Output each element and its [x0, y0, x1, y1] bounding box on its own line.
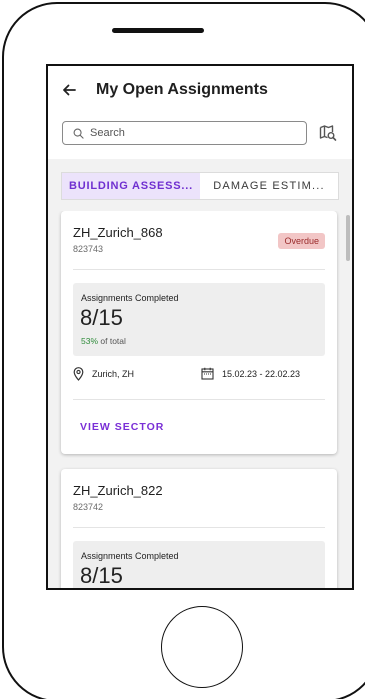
card-id: 823743 — [73, 244, 104, 254]
card-title: ZH_Zurich_822 — [73, 483, 163, 498]
divider — [73, 399, 325, 400]
stats-value: 8/15 — [80, 563, 123, 588]
location-text: Zurich, ZH — [92, 369, 135, 379]
content-area: BUILDING ASSESS... DAMAGE ESTIM... ZH_Zu… — [48, 159, 352, 588]
stats-box: Assignments Completed 8/15 — [73, 541, 325, 588]
stats-value: 8/15 — [80, 305, 123, 330]
phone-mockup: My Open Assignments BUILDING ASSESS... D… — [2, 2, 365, 699]
calendar-icon — [201, 367, 214, 380]
card-id: 823742 — [73, 502, 104, 512]
status-badge: Overdue — [278, 233, 325, 249]
divider — [73, 269, 325, 270]
percent-suffix: of total — [98, 336, 126, 346]
divider — [73, 527, 325, 528]
search-bar[interactable] — [62, 121, 307, 145]
scrollbar[interactable] — [346, 215, 350, 261]
phone-speaker — [112, 28, 204, 33]
location-pin-icon — [73, 367, 84, 381]
percent-value: 53% — [81, 336, 99, 346]
assignment-card[interactable]: ZH_Zurich_822 823742 Assignments Complet… — [61, 469, 337, 588]
app-screen: My Open Assignments BUILDING ASSESS... D… — [46, 64, 354, 590]
card-title: ZH_Zurich_868 — [73, 225, 163, 240]
date-range-text: 15.02.23 - 22.02.23 — [222, 368, 301, 379]
date-info: 15.02.23 - 22.02.23 — [201, 367, 300, 380]
stats-percent: 53% of total — [81, 336, 126, 346]
stats-label: Assignments Completed — [81, 293, 179, 303]
search-icon — [73, 128, 84, 139]
app-header: My Open Assignments — [48, 66, 352, 114]
assignment-card[interactable]: ZH_Zurich_868 823743 Overdue Assignments… — [61, 211, 337, 454]
location-info: Zurich, ZH — [73, 367, 134, 381]
search-input[interactable] — [90, 127, 290, 139]
tab-bar: BUILDING ASSESS... DAMAGE ESTIM... — [61, 172, 339, 200]
meta-row: Zurich, ZH 15.02.23 - 22.02.23 — [73, 367, 325, 387]
home-button[interactable] — [161, 606, 243, 688]
page-title: My Open Assignments — [96, 81, 268, 98]
stats-box: Assignments Completed 8/15 53% of total — [73, 283, 325, 356]
tab-damage-estimation[interactable]: DAMAGE ESTIM... — [200, 173, 338, 199]
stats-label: Assignments Completed — [81, 551, 179, 561]
map-search-icon[interactable] — [319, 124, 339, 144]
view-sector-button[interactable]: VIEW SECTOR — [80, 421, 164, 433]
arrow-left-icon[interactable] — [62, 80, 82, 100]
assignment-list[interactable]: ZH_Zurich_868 823743 Overdue Assignments… — [48, 211, 352, 588]
tab-building-assessment[interactable]: BUILDING ASSESS... — [62, 173, 200, 199]
